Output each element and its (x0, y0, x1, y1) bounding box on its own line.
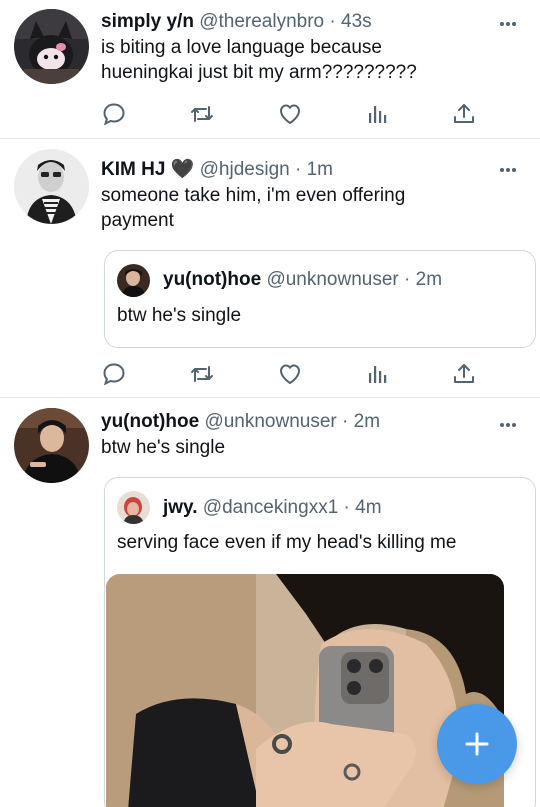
tweet-header: KIM HJ 🖤 @hjdesign · 1m (101, 158, 333, 182)
share-upload-icon (454, 364, 474, 383)
more-dots-icon[interactable] (498, 162, 518, 172)
heart-icon (280, 104, 300, 124)
tweet-actions (101, 361, 481, 387)
quoted-user-handle[interactable]: @unknownuser (266, 269, 398, 290)
quoted-display-name[interactable]: jwy. (163, 497, 198, 518)
avatar-yu-not-hoe[interactable] (14, 408, 89, 483)
quoted-user-handle[interactable]: @dancekingxx1 (203, 497, 338, 518)
views-button[interactable] (365, 361, 391, 387)
quoted-header: jwy. @dancekingxx1 · 4m (163, 496, 382, 520)
quoted-timestamp[interactable]: · 2m (404, 269, 442, 290)
views-button[interactable] (365, 101, 391, 127)
bar-chart-icon (369, 366, 387, 383)
display-name[interactable]: simply y/n (101, 11, 194, 32)
retweet-icon (191, 106, 213, 122)
avatar-kim-hj[interactable] (14, 149, 89, 224)
quoted-avatar[interactable] (117, 264, 150, 297)
quoted-media-photo[interactable] (106, 574, 504, 807)
timestamp[interactable]: · 2m (342, 411, 380, 432)
display-name[interactable]: yu(not)hoe (101, 411, 199, 432)
tweet-text: someone take him, i'm even offering paym… (101, 185, 406, 231)
retweet-button[interactable] (189, 101, 215, 127)
quoted-display-name[interactable]: yu(not)hoe (163, 269, 261, 290)
display-name[interactable]: KIM HJ (101, 159, 165, 180)
black-heart-icon: 🖤 (170, 159, 195, 180)
timestamp[interactable]: · 1m (295, 159, 333, 180)
share-upload-icon (454, 104, 474, 123)
plus-icon (465, 732, 489, 756)
share-button[interactable] (451, 361, 477, 387)
quoted-tweet[interactable]: yu(not)hoe @unknownuser · 2m btw he's si… (104, 250, 536, 348)
bar-chart-icon (369, 106, 387, 123)
speech-bubble-icon (103, 363, 125, 386)
retweet-icon (191, 366, 213, 382)
reply-button[interactable] (101, 101, 127, 127)
like-button[interactable] (277, 361, 303, 387)
share-button[interactable] (451, 101, 477, 127)
quoted-timestamp[interactable]: · 4m (344, 497, 382, 518)
avatar-simply-yn[interactable] (14, 9, 89, 84)
speech-bubble-icon (103, 103, 125, 126)
more-dots-icon[interactable] (498, 16, 518, 26)
tweet-text: is biting a love language because huenin… (101, 37, 417, 83)
quoted-avatar[interactable] (117, 491, 150, 524)
user-handle[interactable]: @therealynbro (199, 11, 324, 32)
tweet-actions (101, 101, 481, 127)
like-button[interactable] (277, 101, 303, 127)
retweet-button[interactable] (189, 361, 215, 387)
quoted-text: btw he's single (117, 305, 242, 326)
tweet-header: simply y/n @therealynbro · 43s (101, 10, 372, 34)
tweet-1[interactable]: simply y/n @therealynbro · 43s is biting… (0, 0, 540, 138)
compose-tweet-button[interactable] (437, 704, 517, 784)
quoted-text: serving face even if my head's killing m… (117, 532, 457, 553)
user-handle[interactable]: @unknownuser (204, 411, 336, 432)
quoted-header: yu(not)hoe @unknownuser · 2m (163, 268, 442, 292)
tweet-text: btw he's single (101, 437, 226, 458)
user-handle[interactable]: @hjdesign (200, 159, 290, 180)
reply-button[interactable] (101, 361, 127, 387)
tweet-header: yu(not)hoe @unknownuser · 2m (101, 410, 380, 434)
more-dots-icon[interactable] (498, 417, 518, 427)
heart-icon (280, 364, 300, 384)
tweet-2[interactable]: KIM HJ 🖤 @hjdesign · 1m someone take him… (0, 139, 540, 397)
timestamp[interactable]: · 43s (329, 11, 371, 32)
